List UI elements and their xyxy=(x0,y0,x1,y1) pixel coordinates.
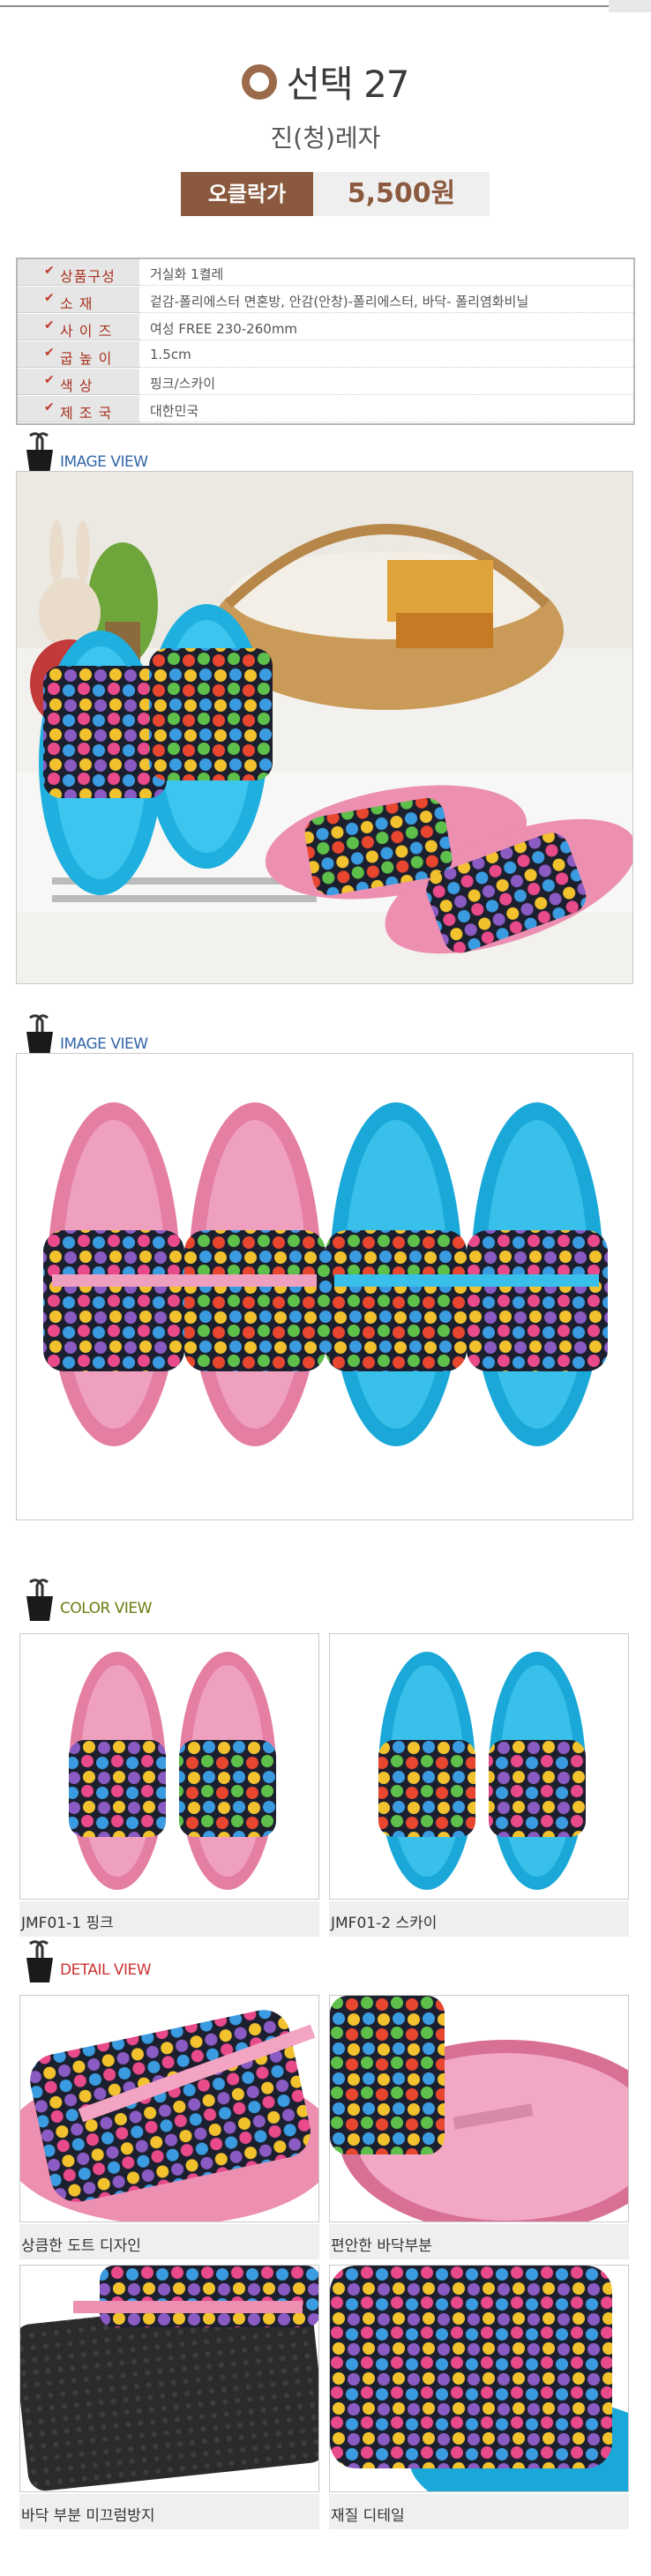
section-title: IMAGE VIEW xyxy=(60,1035,148,1053)
color-caption: JMF01-1 핑크 xyxy=(19,1901,319,1937)
detail-photo-sole xyxy=(19,2265,319,2492)
caption-text: 재질 디테일 xyxy=(331,2507,405,2525)
binder-clip-icon xyxy=(26,1940,53,1982)
price-box: 오클락가 5,500원 xyxy=(181,172,490,216)
price-label: 오클락가 xyxy=(181,172,313,216)
spec-value: 거실화 1켤레 xyxy=(150,266,224,282)
caption-text: 편안한 바닥부분 xyxy=(331,2237,432,2255)
detail-caption: 상큼한 도트 디자인 xyxy=(19,2224,319,2259)
spec-value: 대한민국 xyxy=(150,403,199,419)
spec-key: 굽 높 이 xyxy=(60,350,113,367)
check-icon: ✔ xyxy=(44,291,55,305)
color-photo-sky xyxy=(329,1633,629,1900)
detail-caption: 재질 디테일 xyxy=(329,2494,629,2529)
section-header-image-view: IMAGE VIEW xyxy=(19,1014,284,1058)
section-header-image-view: IMAGE VIEW xyxy=(19,432,284,476)
product-photo-lifestyle xyxy=(16,471,633,984)
spec-row: ✔ 소 재 겉감-폴리에스터 면혼방, 안감(안창)-폴리에스터, 바닥- 폴리염… xyxy=(18,287,633,313)
price-value: 5,500원 xyxy=(347,178,456,209)
product-title: 선택 27 xyxy=(286,63,409,106)
spec-value: 핑크/스카이 xyxy=(150,376,216,392)
spec-key: 소 재 xyxy=(60,295,94,312)
section-title: COLOR VIEW xyxy=(60,1600,152,1617)
binder-clip-icon xyxy=(26,1579,53,1621)
spec-row: ✔ 색 상 핑크/스카이 xyxy=(18,369,633,395)
detail-photo-dots xyxy=(19,1995,319,2222)
spec-value: 1.5cm xyxy=(150,347,191,362)
check-icon: ✔ xyxy=(44,346,55,360)
spec-key: 상품구성 xyxy=(60,268,116,285)
spec-row: ✔ 상품구성 거실화 1켤레 xyxy=(18,259,633,286)
product-subtitle: 진(청)레자 xyxy=(270,123,381,153)
spec-table: ✔ 상품구성 거실화 1켤레 ✔ 소 재 겉감-폴리에스터 면혼방, 안감(안창)-… xyxy=(16,258,635,425)
caption-text: JMF01-2 스카이 xyxy=(331,1915,438,1932)
top-divider xyxy=(0,0,651,12)
detail-photo-insole xyxy=(329,1995,629,2222)
section-header-detail-view: DETAIL VIEW xyxy=(19,1940,284,1984)
spec-row: ✔ 굽 높 이 1.5cm xyxy=(18,341,633,368)
caption-text: 바닥 부분 미끄럼방지 xyxy=(21,2507,155,2525)
spec-row: ✔ 사 이 즈 여성 FREE 230-260mm xyxy=(18,314,633,340)
check-icon: ✔ xyxy=(44,318,55,332)
caption-text: JMF01-1 핑크 xyxy=(21,1915,114,1932)
section-title: DETAIL VIEW xyxy=(60,1961,152,1979)
detail-photo-material xyxy=(329,2265,629,2492)
spec-value: 겉감-폴리에스터 면혼방, 안감(안창)-폴리에스터, 바닥- 폴리염화비닐 xyxy=(150,294,529,310)
detail-caption: 바닥 부분 미끄럼방지 xyxy=(19,2494,319,2529)
spec-key: 색 상 xyxy=(60,377,94,394)
caption-text: 상큼한 도트 디자인 xyxy=(21,2237,141,2255)
product-photo-pair xyxy=(16,1053,633,1520)
product-detail-page: 선택 27 진(청)레자 오클락가 5,500원 ✔ 상품구성 거실화 1켤레 ✔… xyxy=(0,0,651,2576)
spec-key: 제 조 국 xyxy=(60,405,113,422)
check-icon: ✔ xyxy=(44,400,55,414)
spec-value: 여성 FREE 230-260mm xyxy=(150,321,298,337)
spec-row: ✔ 제 조 국 대한민국 xyxy=(18,396,633,422)
spec-key: 사 이 즈 xyxy=(60,323,113,340)
circle-bullet-icon xyxy=(242,63,278,100)
title-row: 선택 27 xyxy=(0,55,651,106)
section-title: IMAGE VIEW xyxy=(60,453,148,471)
binder-clip-icon xyxy=(26,432,53,474)
color-photo-pink xyxy=(19,1633,319,1900)
check-icon: ✔ xyxy=(44,373,55,387)
color-caption: JMF01-2 스카이 xyxy=(329,1901,629,1937)
detail-caption: 편안한 바닥부분 xyxy=(329,2224,629,2259)
check-icon: ✔ xyxy=(44,264,55,278)
section-header-color-view: COLOR VIEW xyxy=(19,1579,284,1623)
binder-clip-icon xyxy=(26,1014,53,1057)
